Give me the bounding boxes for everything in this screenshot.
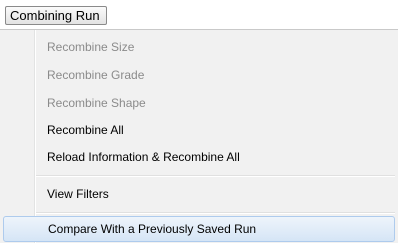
menu-bar: Combining Run: [0, 0, 398, 29]
menu-separator: [36, 175, 395, 177]
dropdown-menu: Recombine Size Recombine Grade Recombine…: [0, 29, 398, 243]
menu-item-recombine-shape[interactable]: Recombine Shape: [36, 90, 395, 116]
menu-item-view-filters[interactable]: View Filters: [36, 181, 395, 207]
menu-item-recombine-grade[interactable]: Recombine Grade: [36, 62, 395, 88]
menu-item-reload-recombine-all[interactable]: Reload Information & Recombine All: [36, 144, 395, 170]
menu-item-recombine-size[interactable]: Recombine Size: [36, 34, 395, 60]
menu-icon-gutter: [0, 30, 34, 243]
menu-separator: [36, 212, 395, 214]
menu-combining-run[interactable]: Combining Run: [5, 6, 107, 25]
menu-item-recombine-all[interactable]: Recombine All: [36, 117, 395, 143]
menu-item-compare-saved-run[interactable]: Compare With a Previously Saved Run: [3, 216, 395, 242]
